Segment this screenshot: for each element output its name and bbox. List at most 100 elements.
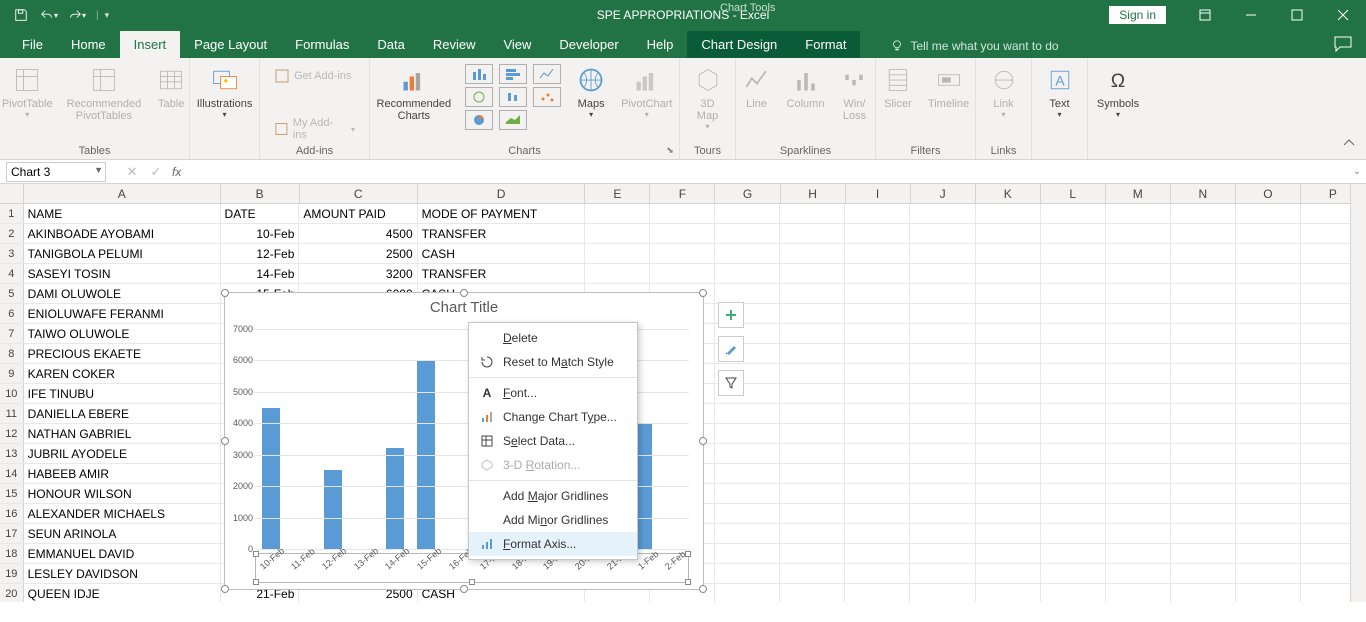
cell[interactable]	[976, 244, 1041, 263]
row-header[interactable]: 6	[0, 304, 24, 323]
cell[interactable]	[1171, 404, 1236, 423]
row-header[interactable]: 4	[0, 264, 24, 283]
cell[interactable]	[1171, 464, 1236, 483]
column-header[interactable]: I	[846, 184, 911, 203]
cell[interactable]	[1106, 544, 1171, 563]
cell[interactable]	[976, 404, 1041, 423]
cell[interactable]	[976, 544, 1041, 563]
cell[interactable]: SEUN ARINOLA	[24, 524, 221, 543]
cell[interactable]	[715, 424, 780, 443]
cell[interactable]	[910, 324, 975, 343]
cell[interactable]	[650, 224, 715, 243]
cell[interactable]: 4500	[299, 224, 417, 243]
row-header[interactable]: 12	[0, 424, 24, 443]
cell[interactable]	[1106, 584, 1171, 602]
column-header[interactable]: F	[650, 184, 715, 203]
tab-data[interactable]: Data	[363, 31, 418, 58]
cell[interactable]	[976, 364, 1041, 383]
vertical-scrollbar[interactable]	[1350, 184, 1366, 602]
cell[interactable]: AKINBOADE AYOBAMI	[24, 224, 221, 243]
cell[interactable]	[1171, 584, 1236, 602]
cell[interactable]	[910, 564, 975, 583]
cell[interactable]	[1041, 484, 1106, 503]
cell[interactable]	[1106, 484, 1171, 503]
tab-view[interactable]: View	[489, 31, 545, 58]
cell[interactable]	[910, 264, 975, 283]
cell[interactable]	[780, 464, 845, 483]
comments-icon[interactable]	[1334, 36, 1352, 57]
cell[interactable]	[780, 484, 845, 503]
cell[interactable]	[976, 564, 1041, 583]
undo-icon[interactable]: ▾	[36, 3, 62, 27]
cell[interactable]	[1171, 524, 1236, 543]
cell[interactable]	[715, 464, 780, 483]
tell-me-search[interactable]: Tell me what you want to do	[880, 34, 1068, 58]
cell[interactable]	[1106, 344, 1171, 363]
cell[interactable]	[910, 244, 975, 263]
column-header[interactable]: L	[1041, 184, 1106, 203]
cell[interactable]	[1236, 344, 1301, 363]
row-header[interactable]: 8	[0, 344, 24, 363]
cell[interactable]	[845, 424, 910, 443]
cell[interactable]	[1041, 304, 1106, 323]
cell[interactable]	[910, 344, 975, 363]
column-header[interactable]: H	[781, 184, 846, 203]
column-chart-icon[interactable]	[465, 64, 493, 84]
cell[interactable]	[715, 224, 780, 243]
cell[interactable]: TAIWO OLUWOLE	[24, 324, 221, 343]
chart-bar[interactable]	[324, 470, 342, 549]
cell[interactable]: TRANSFER	[418, 224, 585, 243]
save-icon[interactable]	[8, 3, 34, 27]
cell[interactable]	[845, 244, 910, 263]
formula-input[interactable]	[185, 162, 1348, 182]
cell[interactable]	[845, 544, 910, 563]
cell[interactable]	[1171, 304, 1236, 323]
cell[interactable]	[1106, 384, 1171, 403]
cell[interactable]	[1106, 204, 1171, 223]
cell[interactable]	[976, 324, 1041, 343]
cell[interactable]	[1236, 284, 1301, 303]
cell[interactable]	[845, 504, 910, 523]
surface-chart-icon[interactable]	[499, 110, 527, 130]
cell[interactable]	[1236, 584, 1301, 602]
cell[interactable]	[1041, 424, 1106, 443]
cell[interactable]	[1106, 224, 1171, 243]
cell[interactable]	[845, 484, 910, 503]
cell[interactable]	[1041, 384, 1106, 403]
tab-page-layout[interactable]: Page Layout	[180, 31, 281, 58]
cell[interactable]	[585, 244, 650, 263]
ctx-font[interactable]: AFont...	[469, 381, 637, 405]
cell[interactable]: 14-Feb	[221, 264, 300, 283]
minimize-icon[interactable]	[1228, 0, 1274, 30]
cell[interactable]	[1236, 364, 1301, 383]
cell[interactable]: QUEEN IDJE	[24, 584, 221, 602]
cell[interactable]	[1171, 324, 1236, 343]
cell[interactable]	[715, 404, 780, 423]
cell[interactable]	[976, 444, 1041, 463]
cell[interactable]: TRANSFER	[418, 264, 585, 283]
ctx-select-data[interactable]: Select Data...	[469, 429, 637, 453]
cell[interactable]	[976, 584, 1041, 602]
cell[interactable]	[715, 244, 780, 263]
link-button[interactable]: Link▾	[982, 62, 1026, 121]
charts-dialog-launcher[interactable]: ⬊	[663, 143, 677, 157]
cell[interactable]	[1236, 324, 1301, 343]
cell[interactable]	[1041, 404, 1106, 423]
cell[interactable]: MODE OF PAYMENT	[418, 204, 585, 223]
cell[interactable]	[845, 324, 910, 343]
cell[interactable]	[976, 264, 1041, 283]
cell[interactable]: DATE	[221, 204, 300, 223]
row-header[interactable]: 19	[0, 564, 24, 583]
close-icon[interactable]	[1320, 0, 1366, 30]
column-header[interactable]: A	[24, 184, 221, 203]
cell[interactable]	[780, 204, 845, 223]
cell[interactable]	[845, 564, 910, 583]
cell[interactable]	[845, 224, 910, 243]
statistic-chart-icon[interactable]	[499, 87, 527, 107]
cell[interactable]: DANIELLA EBERE	[24, 404, 221, 423]
cell[interactable]	[1236, 224, 1301, 243]
row-header[interactable]: 11	[0, 404, 24, 423]
column-header[interactable]: B	[221, 184, 300, 203]
cell[interactable]	[976, 424, 1041, 443]
cell[interactable]	[715, 444, 780, 463]
